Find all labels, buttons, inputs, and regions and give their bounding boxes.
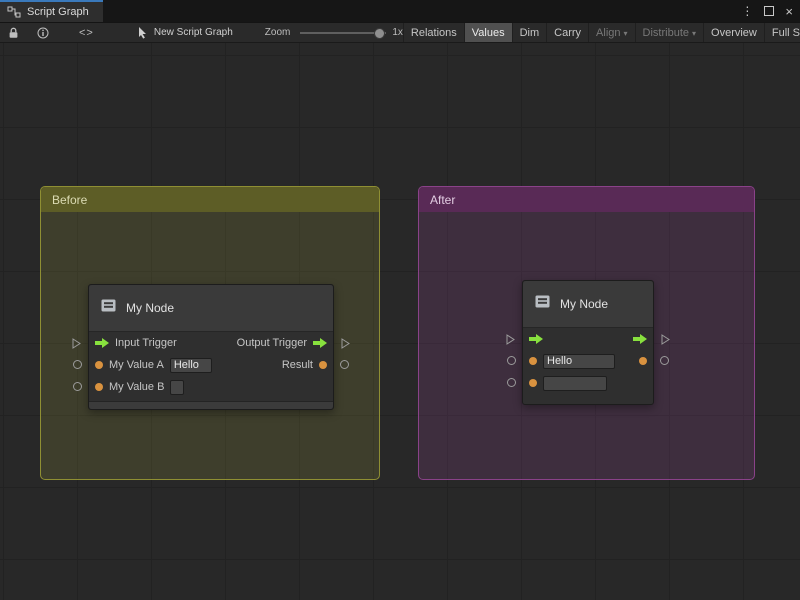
group-before-header[interactable]: Before bbox=[41, 187, 379, 212]
output-trigger-label: Output Trigger bbox=[237, 337, 307, 349]
distribute-button[interactable]: Distribute ▾ bbox=[635, 22, 703, 43]
outer-value-a-port[interactable] bbox=[73, 360, 82, 369]
value-a-port[interactable] bbox=[95, 361, 103, 369]
group-before-title: Before bbox=[52, 193, 87, 207]
node-my-node-after[interactable]: My Node bbox=[522, 280, 654, 405]
input-trigger-label: Input Trigger bbox=[115, 337, 177, 349]
carry-button[interactable]: Carry bbox=[546, 22, 588, 43]
tab-script-graph[interactable]: Script Graph bbox=[0, 0, 103, 22]
value-a-label: My Value A bbox=[109, 359, 164, 371]
value-a-port[interactable] bbox=[529, 357, 537, 365]
outer-input-trigger-port[interactable] bbox=[506, 332, 515, 350]
outer-input-trigger-port[interactable] bbox=[72, 336, 81, 354]
node-icon bbox=[534, 293, 551, 315]
graph-toolbar: <> New Script Graph Zoom 1x Relations Va… bbox=[0, 22, 800, 43]
value-a-row: My Value A Result bbox=[89, 354, 333, 376]
result-label: Result bbox=[282, 359, 313, 371]
outer-value-b-port[interactable] bbox=[73, 382, 82, 391]
group-after-title: After bbox=[430, 193, 455, 207]
chevron-down-icon: ▾ bbox=[624, 29, 628, 38]
unity-script-graph-window: Script Graph ⋮ × <> Ne bbox=[0, 0, 800, 600]
zoom-label: Zoom bbox=[265, 27, 291, 38]
zoom-value: 1x bbox=[392, 27, 403, 38]
value-b-port[interactable] bbox=[529, 379, 537, 387]
output-trigger-port[interactable] bbox=[313, 338, 327, 348]
dim-button[interactable]: Dim bbox=[512, 22, 547, 43]
node-header[interactable]: My Node bbox=[89, 285, 333, 332]
output-trigger-port[interactable] bbox=[633, 334, 647, 344]
input-trigger-port[interactable] bbox=[95, 338, 109, 348]
maximize-icon[interactable] bbox=[764, 6, 774, 16]
outer-result-port[interactable] bbox=[340, 360, 349, 369]
lock-icon[interactable] bbox=[8, 27, 19, 39]
result-port[interactable] bbox=[319, 361, 327, 369]
outer-result-port[interactable] bbox=[660, 356, 669, 365]
node-title: My Node bbox=[126, 301, 174, 315]
fullscreen-button[interactable]: Full Scr bbox=[764, 22, 800, 43]
outer-value-b-port[interactable] bbox=[507, 378, 516, 387]
outer-output-trigger-port[interactable] bbox=[341, 336, 350, 354]
result-port[interactable] bbox=[639, 357, 647, 365]
value-b-label: My Value B bbox=[109, 381, 164, 393]
graph-canvas[interactable]: Before After My Node bbox=[0, 43, 800, 600]
node-footer bbox=[89, 401, 333, 409]
info-icon[interactable] bbox=[37, 27, 49, 39]
chevron-down-icon: ▾ bbox=[692, 29, 696, 38]
zoom-slider-knob[interactable] bbox=[374, 28, 385, 39]
value-b-field[interactable] bbox=[543, 376, 607, 391]
outer-value-a-port[interactable] bbox=[507, 356, 516, 365]
values-button[interactable]: Values bbox=[464, 22, 512, 43]
value-b-field[interactable] bbox=[170, 380, 184, 395]
relations-button[interactable]: Relations bbox=[403, 22, 464, 43]
zoom-slider[interactable] bbox=[300, 26, 386, 40]
node-my-node-before[interactable]: My Node Input Trigger Output Trigger My … bbox=[88, 284, 334, 410]
node-title: My Node bbox=[560, 297, 608, 311]
window-controls: ⋮ × bbox=[741, 0, 793, 22]
tab-title: Script Graph bbox=[27, 6, 89, 18]
menu-icon[interactable]: ⋮ bbox=[741, 5, 753, 17]
graph-name[interactable]: New Script Graph bbox=[154, 27, 233, 38]
toolbar-toggle-group: Relations Values Dim Carry Align ▾ Distr… bbox=[403, 22, 800, 43]
value-b-row bbox=[523, 372, 653, 394]
group-after-header[interactable]: After bbox=[419, 187, 754, 212]
value-b-port[interactable] bbox=[95, 383, 103, 391]
outer-output-trigger-port[interactable] bbox=[661, 332, 670, 350]
node-header[interactable]: My Node bbox=[523, 281, 653, 328]
trigger-row bbox=[523, 328, 653, 350]
overview-button[interactable]: Overview bbox=[703, 22, 764, 43]
code-icon[interactable]: <> bbox=[79, 27, 94, 39]
distribute-label: Distribute bbox=[643, 27, 689, 39]
node-icon bbox=[100, 297, 117, 319]
value-b-row: My Value B bbox=[89, 376, 333, 398]
window-tab-bar: Script Graph ⋮ × bbox=[0, 0, 800, 22]
value-a-row bbox=[523, 350, 653, 372]
input-trigger-port[interactable] bbox=[529, 334, 543, 344]
value-a-field[interactable] bbox=[170, 358, 212, 373]
value-a-field[interactable] bbox=[543, 354, 615, 369]
pointer-icon bbox=[138, 27, 148, 39]
script-graph-icon bbox=[7, 6, 21, 18]
trigger-row: Input Trigger Output Trigger bbox=[89, 332, 333, 354]
align-button[interactable]: Align ▾ bbox=[588, 22, 634, 43]
close-icon[interactable]: × bbox=[785, 5, 793, 18]
align-label: Align bbox=[596, 27, 620, 39]
